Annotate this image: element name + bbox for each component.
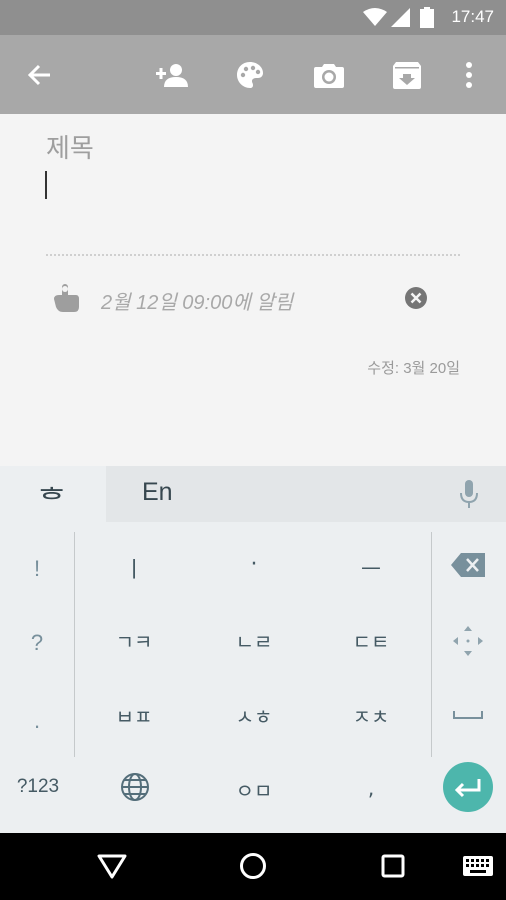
keyboard-switch-icon[interactable] — [463, 856, 493, 876]
backspace-icon[interactable] — [451, 553, 485, 577]
wifi-icon — [363, 8, 387, 26]
key-s-h[interactable]: ㅅㅎ — [214, 701, 294, 730]
recents-square-icon[interactable] — [381, 854, 405, 878]
key-g-k[interactable]: ㄱㅋ — [94, 626, 174, 655]
key-o-m[interactable]: ㅇㅁ — [214, 775, 294, 804]
home-circle-icon[interactable] — [239, 852, 267, 880]
back-triangle-icon[interactable] — [97, 853, 127, 879]
battery-icon — [420, 7, 434, 28]
divider — [74, 532, 75, 757]
divider — [46, 254, 460, 256]
title-input[interactable]: 제목 — [46, 128, 94, 165]
signal-icon — [391, 8, 410, 27]
key-comma[interactable]: , — [331, 776, 411, 800]
symbols-key[interactable]: ?123 — [8, 776, 68, 798]
archive-icon[interactable] — [387, 55, 427, 95]
language-key[interactable]: ᄒ — [0, 466, 106, 522]
remove-reminder-icon[interactable] — [405, 287, 427, 309]
camera-icon[interactable] — [309, 55, 349, 95]
suggestion-bar: En — [106, 466, 506, 522]
globe-icon[interactable] — [120, 772, 150, 802]
hangul-lang-icon: ᄒ — [38, 484, 66, 519]
key-b-p[interactable]: ㅂㅍ — [94, 701, 174, 730]
status-bar: 17:47 — [0, 0, 506, 35]
cursor-move-icon[interactable] — [453, 626, 483, 656]
key-i[interactable]: ㅣ — [94, 552, 174, 584]
key-n-r[interactable]: ㄴㄹ — [214, 626, 294, 655]
key-dot[interactable]: · — [214, 552, 294, 577]
toolbar — [0, 35, 506, 114]
back-arrow-icon[interactable] — [19, 55, 59, 95]
reminder-text[interactable]: 2월 12일 09:00에 알림 — [101, 286, 293, 315]
text-cursor — [45, 171, 47, 199]
key-exclaim[interactable]: ! — [22, 556, 52, 582]
more-vert-icon[interactable] — [449, 55, 489, 95]
keyboard: ᄒ En ! ? . ㅣ · ㅡ ㄱㅋ ㄴㄹ ㄷㅌ ㅂㅍ ㅅㅎ ㅈㅊ ?123 — [0, 466, 506, 833]
key-d-t[interactable]: ㄷㅌ — [331, 626, 411, 655]
navigation-bar — [0, 833, 506, 900]
key-eu[interactable]: ㅡ — [331, 552, 411, 584]
edited-timestamp: 수정: 3월 20일 — [367, 360, 460, 377]
key-j-ch[interactable]: ㅈㅊ — [331, 701, 411, 730]
add-person-icon[interactable] — [152, 55, 192, 95]
note-editor: 제목 2월 12일 09:00에 알림 수정: 3월 20일 — [0, 114, 506, 466]
key-period[interactable]: . — [22, 708, 52, 734]
mic-icon[interactable] — [460, 480, 478, 508]
space-icon[interactable] — [453, 710, 483, 720]
divider — [431, 532, 432, 757]
clock: 17:47 — [451, 7, 494, 26]
palette-icon[interactable] — [230, 55, 270, 95]
reminder-hand-icon — [54, 284, 79, 312]
enter-key[interactable] — [443, 762, 493, 812]
suggestion-en[interactable]: En — [142, 478, 173, 507]
key-question[interactable]: ? — [22, 630, 52, 656]
